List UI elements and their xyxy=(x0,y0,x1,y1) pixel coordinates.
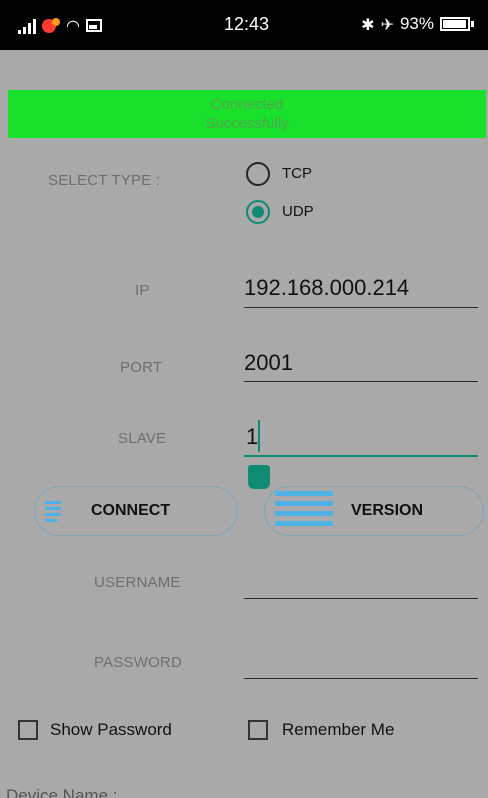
device-name-label: Device Name : xyxy=(6,786,118,798)
show-password-label[interactable]: Show Password xyxy=(50,720,172,740)
status-right: ✱ ✈ 93% xyxy=(361,14,474,34)
slave-label: SLAVE xyxy=(118,430,167,447)
show-password-checkbox[interactable] xyxy=(18,720,38,740)
password-field[interactable] xyxy=(244,646,478,676)
signal-icon xyxy=(18,18,36,34)
status-left: ◠ xyxy=(18,16,102,35)
mute-icon: ✈ xyxy=(380,14,394,34)
remember-me-label[interactable]: Remember Me xyxy=(282,720,394,740)
text-cursor xyxy=(258,420,260,452)
ip-field-underline xyxy=(244,307,478,308)
slave-field[interactable]: 1 xyxy=(246,424,258,450)
battery-icon xyxy=(440,17,470,31)
battery-percent: 93% xyxy=(399,14,434,33)
version-button-label[interactable]: VERSION xyxy=(351,502,423,520)
cursor-handle-icon[interactable] xyxy=(248,465,270,489)
status-time: 12:43 xyxy=(224,14,270,34)
banner-line-2: Successfully xyxy=(205,115,289,132)
tcp-radio[interactable] xyxy=(246,162,270,186)
battery-cap-icon xyxy=(471,21,474,27)
banner-line-1: Connected xyxy=(210,96,284,113)
status-bar: ◠ 12:43 ✱ ✈ 93% xyxy=(0,0,488,50)
connect-button-label[interactable]: CONNECT xyxy=(91,502,170,520)
notification-badge-icon xyxy=(52,17,60,26)
udp-radio-label[interactable]: UDP xyxy=(282,203,314,220)
username-field-underline xyxy=(244,598,478,599)
select-type-label: SELECT TYPE : xyxy=(48,172,161,189)
menu-lines-icon xyxy=(45,501,61,522)
bluetooth-icon: ✱ xyxy=(361,14,375,34)
udp-radio[interactable] xyxy=(246,200,270,224)
password-label: PASSWORD xyxy=(94,654,182,671)
version-button[interactable]: VERSION xyxy=(264,486,484,536)
connection-status-banner: Connected Successfully xyxy=(8,90,486,138)
ip-label: IP xyxy=(135,282,150,299)
wifi-icon: ◠ xyxy=(66,16,80,35)
port-field[interactable]: 2001 xyxy=(244,350,293,376)
menu-lines-icon xyxy=(275,491,333,526)
image-icon xyxy=(85,19,102,32)
password-field-underline xyxy=(244,678,478,679)
tcp-radio-label[interactable]: TCP xyxy=(282,165,312,182)
username-field[interactable] xyxy=(244,566,478,596)
port-field-underline xyxy=(244,381,478,382)
username-label: USERNAME xyxy=(94,574,181,591)
slave-field-underline xyxy=(244,455,478,457)
port-label: PORT xyxy=(120,359,163,376)
remember-me-checkbox[interactable] xyxy=(248,720,268,740)
connect-button[interactable]: CONNECT xyxy=(34,486,238,536)
ip-field[interactable]: 192.168.000.214 xyxy=(244,275,409,301)
